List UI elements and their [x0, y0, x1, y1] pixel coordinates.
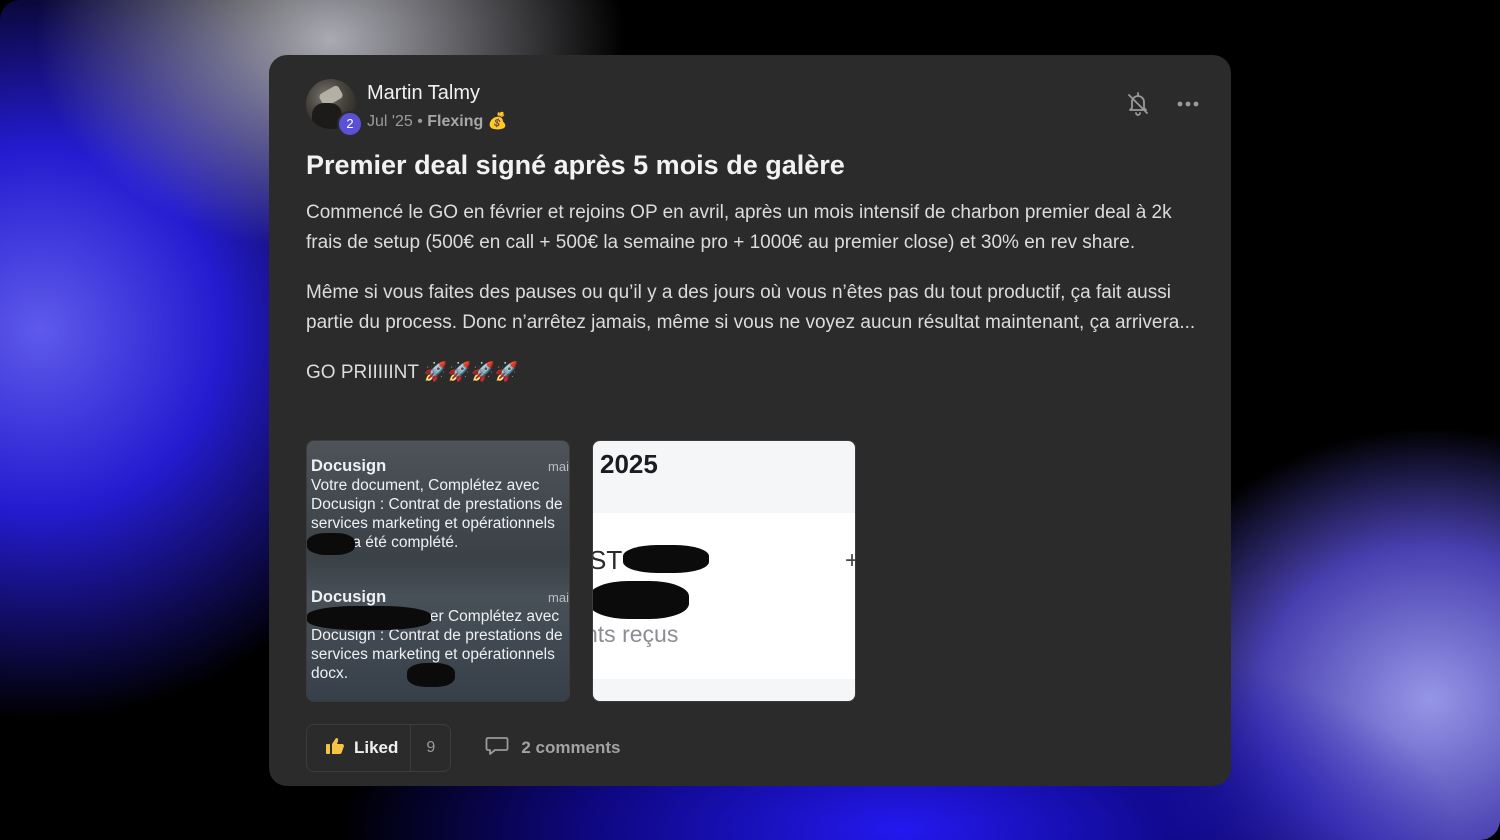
category-emoji: 💰 — [487, 113, 508, 130]
image-year: 2025 — [600, 449, 658, 479]
post-footer: Liked 9 2 comments — [306, 724, 621, 772]
redaction-mark — [407, 663, 455, 687]
more-horizontal-icon[interactable] — [1175, 91, 1201, 117]
like-label: Liked — [354, 738, 399, 757]
post-paragraph: GO PRIIIIINT 🚀🚀🚀🚀 — [306, 362, 519, 383]
image-partial-label: ST — [592, 545, 623, 575]
notification-time: mai — [548, 459, 569, 474]
redaction-mark — [307, 606, 431, 630]
image-received-label: nts reçus — [592, 621, 679, 647]
comments-label: 2 comments — [521, 738, 621, 757]
comments-button[interactable]: 2 comments — [485, 736, 621, 761]
notification-time: mai — [548, 590, 569, 605]
post-meta: Jul '25 • Flexing 💰 — [367, 111, 508, 131]
author-name[interactable]: Martin Talmy — [367, 82, 480, 105]
comment-icon — [485, 736, 509, 761]
like-button[interactable]: Liked 9 — [306, 724, 452, 772]
post-title[interactable]: Premier deal signé après 5 mois de galèr… — [306, 150, 1196, 181]
post-card: 2 Martin Talmy Jul '25 • Flexing 💰 Premi… — [269, 55, 1231, 786]
post-actions — [1125, 91, 1201, 117]
category-label[interactable]: Flexing — [427, 113, 483, 130]
meta-separator: • — [417, 113, 423, 130]
notification-app: Docusign — [311, 588, 387, 606]
bell-off-icon[interactable] — [1125, 91, 1151, 117]
redaction-mark — [307, 533, 355, 555]
redaction-mark — [623, 545, 709, 573]
redaction-mark — [593, 581, 689, 619]
image-thumbnail-2[interactable]: 2025 ST + nts reçus — [592, 440, 856, 702]
post-paragraph: Même si vous faites des pauses ou qu’il … — [306, 282, 1196, 333]
post-date[interactable]: Jul '25 — [367, 113, 413, 130]
post-paragraph: Commencé le GO en février et rejoins OP … — [306, 202, 1172, 253]
level-badge: 2 — [337, 111, 363, 137]
like-count[interactable]: 9 — [411, 739, 450, 757]
notification-app: Docusign — [311, 457, 387, 475]
thumbs-up-icon — [325, 737, 345, 760]
image-thumbnail-1[interactable]: Docusign mai Votre document, Complétez a… — [306, 440, 570, 702]
post-body: Commencé le GO en février et rejoins OP … — [306, 198, 1206, 408]
image-gallery: Docusign mai Votre document, Complétez a… — [306, 440, 856, 702]
like-toggle[interactable]: Liked — [307, 725, 412, 771]
image-plus: + — [845, 547, 855, 575]
